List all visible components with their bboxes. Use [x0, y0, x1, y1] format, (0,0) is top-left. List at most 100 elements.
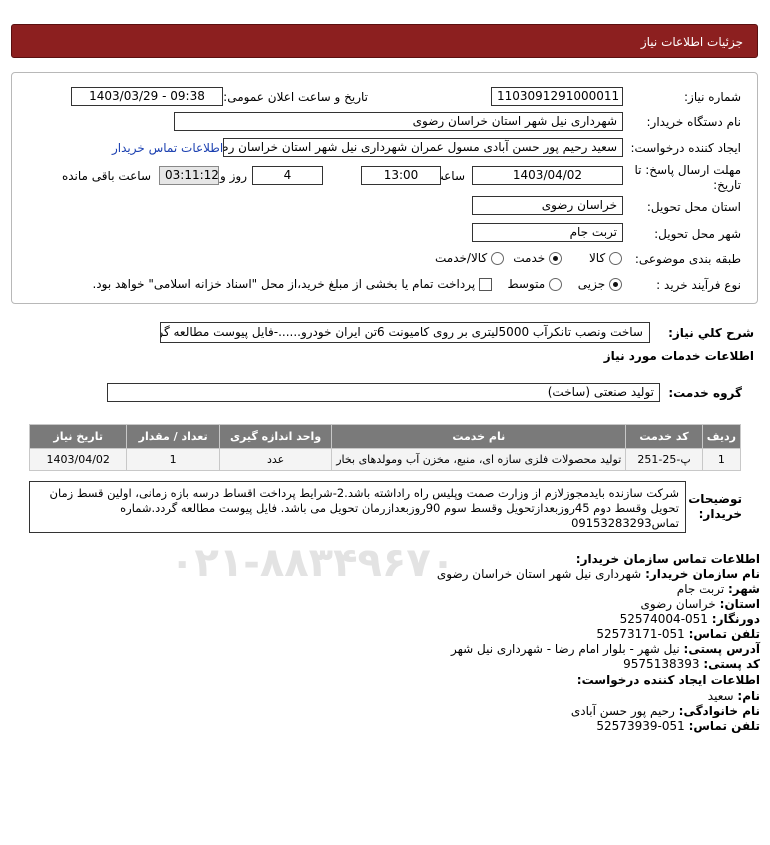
need-number-label: شماره نیاز: [684, 90, 741, 104]
watermark-text: ۰۲۱-۸۸۳۴۹۶۷۰ [170, 540, 456, 586]
announce-label: تاریخ و ساعت اعلان عمومی: [223, 90, 368, 104]
buyer-contact-province: استان: خراسان رضوی [641, 597, 760, 611]
buyer-city-value: تربت جام [676, 582, 725, 596]
col-unit: واحد اندازه گیری [218, 424, 333, 449]
category-goods-radio[interactable] [609, 252, 622, 265]
treasury-option[interactable]: پرداخت تمام یا بخشی از مبلغ خرید،از محل … [92, 277, 492, 291]
cell-code: پ-25-251 [625, 448, 703, 471]
remaining-label: ساعت باقی مانده [61, 169, 151, 183]
deadline-time-field: 13:00 [361, 166, 441, 185]
buyer-postal-value: 9575138393 [623, 657, 700, 671]
creator-name-label: نام: [737, 689, 760, 703]
buyer-contact-phone: تلفن تماس: 051-52573171 [596, 627, 760, 641]
cell-quantity: 1 [126, 448, 220, 471]
creator-contact-phone: تلفن تماس: 051-52573939 [596, 719, 760, 733]
service-group-field: تولید صنعتی (ساخت) [107, 383, 660, 402]
buyer-notes-label-1: توضیحات [688, 492, 742, 506]
service-group-label: گروه خدمت: [668, 386, 742, 400]
days-remaining-field: 4 [252, 166, 323, 185]
announce-field: 1403/03/29 - 09:38 [71, 87, 223, 106]
process-minor-radio[interactable] [609, 278, 622, 291]
page-header: جزئیات اطلاعات نیاز [11, 24, 758, 58]
page-title: جزئیات اطلاعات نیاز [640, 35, 743, 49]
creator-phone-value: 051-52573939 [596, 719, 685, 733]
buyer-contact-postal: کد پستی: 9575138393 [623, 657, 760, 671]
process-medium-label: متوسط [507, 277, 546, 291]
category-option-service[interactable]: خدمت [513, 251, 562, 265]
category-service-radio[interactable] [549, 252, 562, 265]
services-section-title: اطلاعات خدمات مورد نياز [603, 349, 754, 363]
deadline-date-field: 1403/04/02 [472, 166, 623, 185]
buyer-phone-value: 051-52573171 [596, 627, 685, 641]
need-number-field: 1103091291000011 [491, 87, 623, 106]
cell-unit: عدد [218, 448, 333, 471]
process-label: نوع فرآیند خرید : [656, 278, 741, 292]
description-label: شرح کلي نياز: [668, 326, 754, 340]
creator-field: سعید رحیم پور حسن آبادی مسول عمران شهردا… [223, 138, 623, 157]
process-option-minor[interactable]: جزیی [578, 277, 622, 291]
creator-phone-label: تلفن تماس: [688, 719, 760, 733]
buyer-address-label: آدرس پستی: [683, 642, 760, 656]
col-row: ردیف [701, 424, 742, 449]
city-label: شهر محل تحویل: [654, 227, 741, 241]
creator-contact-title: اطلاعات ایجاد کننده درخواست: [576, 673, 760, 687]
col-date: تاریخ نیاز [28, 424, 128, 449]
deadline-date-label: تاریخ: [713, 178, 741, 192]
services-table-header: ردیف کد خدمت نام خدمت واحد اندازه گیری ت… [28, 424, 742, 449]
treasury-note: پرداخت تمام یا بخشی از مبلغ خرید،از محل … [92, 277, 476, 291]
remaining-time-field: 03:11:12 [159, 166, 219, 185]
creator-contact-name: نام: سعید [708, 689, 760, 703]
buyer-org-field: شهرداری نیل شهر استان خراسان رضوی [174, 112, 623, 131]
category-option-both[interactable]: کالا/خدمت [435, 251, 504, 265]
creator-family-label: نام خانوادگی: [678, 704, 760, 718]
cell-name: تولید محصولات فلزی سازه ای، منبع، مخزن آ… [331, 448, 627, 471]
days-label: روز و [220, 169, 247, 183]
buyer-notes-label-2: خریدار: [698, 507, 742, 521]
buyer-contact-org: نام سازمان خریدار: شهرداری نیل شهر استان… [437, 567, 760, 581]
col-quantity: تعداد / مقدار [126, 424, 220, 449]
col-code: کد خدمت [625, 424, 703, 449]
buyer-notes-field: شرکت سازنده بایدمجوزلازم از وزارت صمت وپ… [29, 481, 686, 533]
category-option-goods[interactable]: کالا [589, 251, 622, 265]
buyer-contact-link[interactable]: اطلاعات تماس خریدار [112, 141, 223, 155]
creator-name-value: سعید [707, 689, 734, 703]
buyer-org-label: نام دستگاه خریدار: [646, 115, 742, 129]
category-goods-label: کالا [588, 251, 606, 265]
category-both-radio[interactable] [491, 252, 504, 265]
category-both-label: کالا/خدمت [434, 251, 488, 265]
process-option-medium[interactable]: متوسط [507, 277, 562, 291]
buyer-phone-label: تلفن تماس: [688, 627, 760, 641]
creator-contact-family: نام خانوادگی: رحیم پور حسن آبادی [571, 704, 760, 718]
buyer-contact-address: آدرس پستی: نیل شهر - بلوار امام رضا - شه… [451, 642, 760, 656]
category-service-label: خدمت [513, 251, 546, 265]
category-label: طبقه بندی موضوعی: [634, 252, 741, 266]
services-table: ردیف کد خدمت نام خدمت واحد اندازه گیری ت… [28, 424, 742, 471]
col-name: نام خدمت [331, 424, 627, 449]
description-field: ساخت ونصب تانکرآب 5000لیتری بر روی کامیو… [160, 322, 650, 343]
buyer-org-contact-value: شهرداری نیل شهر استان خراسان رضوی [436, 567, 642, 581]
deadline-label: مهلت ارسال پاسخ: تا [634, 163, 741, 177]
city-field: تربت جام [472, 223, 623, 242]
buyer-postal-label: کد پستی: [703, 657, 760, 671]
buyer-org-contact-label: نام سازمان خریدار: [645, 567, 760, 581]
buyer-fax-label: دورنگار: [711, 612, 760, 626]
need-details-form: شماره نیاز: 1103091291000011 تاریخ و ساع… [11, 72, 758, 304]
buyer-address-value: نیل شهر - بلوار امام رضا - شهرداری نیل ش… [450, 642, 680, 656]
table-row: 1 پ-25-251 تولید محصولات فلزی سازه ای، م… [28, 448, 742, 471]
cell-date: 1403/04/02 [28, 448, 128, 471]
province-label: استان محل تحویل: [646, 200, 741, 214]
creator-label: ایجاد کننده درخواست: [630, 141, 741, 155]
process-minor-label: جزیی [577, 277, 606, 291]
buyer-contact-title: اطلاعات تماس سازمان خریدار: [575, 552, 760, 566]
buyer-province-value: خراسان رضوی [640, 597, 716, 611]
creator-family-value: رحیم پور حسن آبادی [570, 704, 675, 718]
buyer-contact-city: شهر: تربت جام [677, 582, 760, 596]
buyer-contact-fax: دورنگار: 051-52574004 [620, 612, 760, 626]
process-medium-radio[interactable] [549, 278, 562, 291]
buyer-city-label: شهر: [728, 582, 760, 596]
buyer-fax-value: 051-52574004 [619, 612, 708, 626]
treasury-checkbox[interactable] [479, 278, 492, 291]
buyer-province-label: استان: [719, 597, 760, 611]
cell-row: 1 [701, 448, 742, 471]
province-field: خراسان رضوی [472, 196, 623, 215]
